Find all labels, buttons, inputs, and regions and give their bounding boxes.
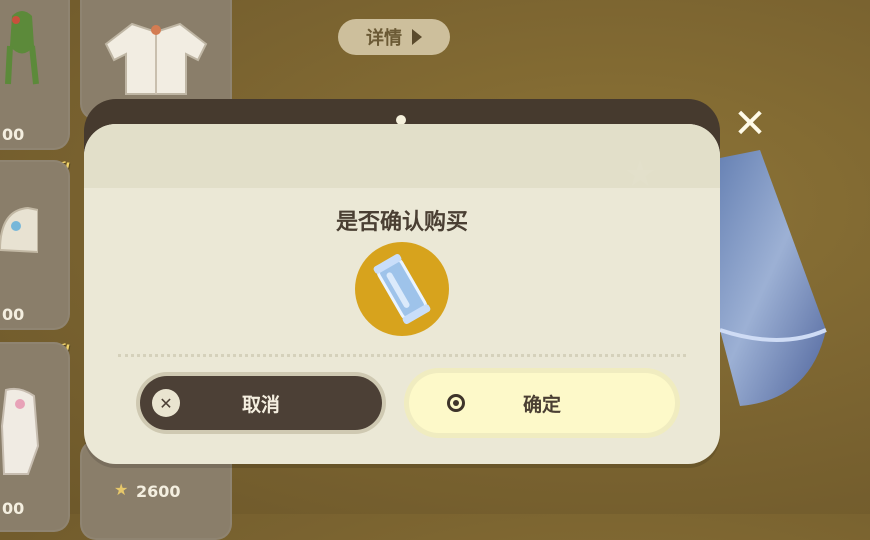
jacket-clothing-image bbox=[104, 22, 208, 95]
detail-button[interactable]: 详情 bbox=[338, 19, 450, 55]
glass-tube-icon bbox=[373, 254, 431, 324]
star-decoration-icon: ★ bbox=[624, 154, 657, 195]
detail-label: 详情 bbox=[366, 28, 402, 49]
item-price: 00 bbox=[2, 305, 25, 324]
item-price: 2600 bbox=[136, 482, 181, 501]
divider bbox=[118, 354, 686, 357]
star-icon: ★ bbox=[114, 480, 129, 499]
hat-clothing-image bbox=[0, 206, 38, 254]
close-icon[interactable]: ✕ bbox=[730, 104, 770, 144]
confirm-button[interactable]: 确定 bbox=[404, 368, 680, 438]
item-price: 00 bbox=[2, 499, 25, 518]
x-icon: ✕ bbox=[152, 389, 180, 417]
cancel-button[interactable]: ✕ 取消 bbox=[136, 372, 386, 434]
play-arrow-icon bbox=[412, 29, 422, 45]
cancel-button-inner: ✕ 取消 bbox=[140, 376, 382, 430]
circle-dot-icon bbox=[447, 394, 465, 412]
frog-costume-image bbox=[5, 11, 39, 85]
shop-item-card[interactable]: 00 bbox=[0, 342, 70, 532]
shop-item-card[interactable]: 00 bbox=[0, 160, 70, 330]
outfit-clothing-image bbox=[0, 387, 40, 475]
purchase-confirm-dialog: ★ 是否确认购买 ✕ 取消 确定 bbox=[84, 124, 720, 464]
confirm-button-inner: 确定 bbox=[409, 373, 675, 433]
item-icon-circle bbox=[355, 242, 449, 336]
shop-item-card[interactable]: 00 bbox=[0, 0, 70, 150]
item-price: 00 bbox=[2, 125, 25, 144]
dialog-title: 是否确认购买 bbox=[335, 210, 468, 235]
